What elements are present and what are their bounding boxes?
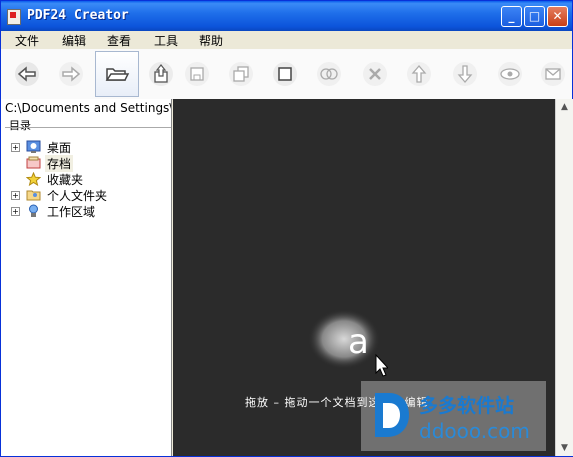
tree-item-workspace[interactable]: + 工作区域 — [11, 203, 97, 219]
single-page-button[interactable] — [263, 51, 307, 97]
expand-toggle[interactable]: + — [11, 142, 20, 152]
copy-button[interactable] — [219, 51, 263, 97]
close-button[interactable]: ✕ — [547, 6, 568, 27]
path-label: C:\Documents and Settings\ — [5, 101, 171, 115]
email-button[interactable] — [531, 51, 573, 97]
arrow-left-icon — [15, 62, 39, 86]
back-button[interactable] — [5, 51, 49, 97]
arrow-up-icon — [407, 62, 431, 86]
tree-item-personal-folder[interactable]: + 个人文件夹 — [11, 187, 109, 203]
menu-bar: 文件 编辑 查看 工具 帮助 — [1, 31, 572, 49]
scroll-up-icon[interactable]: ▲ — [556, 99, 573, 115]
folder-sidebar: C:\Documents and Settings\ 目录 + 桌面 存档 收藏… — [1, 99, 172, 456]
divider — [5, 127, 171, 128]
archive-icon — [26, 156, 41, 169]
move-down-button[interactable] — [443, 51, 487, 97]
tree-item-desktop[interactable]: + 桌面 — [11, 139, 73, 155]
save-icon — [185, 62, 209, 86]
menu-edit[interactable]: 编辑 — [62, 32, 86, 49]
title-bar[interactable]: PDF24 Creator _ □ ✕ — [1, 1, 572, 31]
toolbar — [1, 49, 572, 100]
tree-header: 目录 — [9, 119, 31, 132]
arrow-right-icon — [59, 62, 83, 86]
workspace-icon — [29, 204, 38, 217]
eye-icon — [498, 62, 522, 86]
logo-letter: a — [348, 322, 369, 362]
watermark: 多多软件站 ddooo.com — [361, 381, 546, 451]
app-icon — [7, 9, 21, 25]
expand-toggle[interactable]: + — [11, 190, 20, 200]
tree-item-label: 收藏夹 — [47, 172, 84, 187]
menu-view[interactable]: 查看 — [107, 32, 131, 49]
import-icon — [149, 62, 173, 86]
merge-button[interactable] — [307, 51, 351, 97]
expand-toggle[interactable]: + — [11, 206, 20, 216]
favorites-icon — [26, 172, 41, 186]
open-button[interactable] — [95, 51, 139, 97]
email-icon — [541, 62, 565, 86]
menu-file[interactable]: 文件 — [15, 32, 39, 49]
tree-item-label: 工作区域 — [47, 204, 96, 219]
scroll-down-icon[interactable]: ▼ — [556, 440, 573, 456]
folder-open-icon — [105, 68, 130, 81]
app-window: PDF24 Creator _ □ ✕ 文件 编辑 查看 工具 帮助 C:\Do… — [0, 0, 573, 457]
delete-icon — [363, 62, 387, 86]
menu-help[interactable]: 帮助 — [199, 32, 223, 49]
copy-icon — [229, 62, 253, 86]
save-button[interactable] — [175, 51, 219, 97]
window-title: PDF24 Creator — [27, 8, 129, 23]
tree-header-area: 目录 — [1, 117, 171, 137]
forward-button[interactable] — [49, 51, 93, 97]
vertical-scrollbar[interactable]: ▲ ▼ — [555, 99, 573, 456]
desktop-icon — [26, 140, 41, 153]
cursor-icon — [375, 353, 388, 377]
square-icon — [273, 62, 297, 86]
watermark-url: ddooo.com — [419, 419, 530, 443]
tree-item-archive[interactable]: 存档 — [11, 154, 74, 172]
drop-logo: a — [308, 309, 388, 377]
delete-button[interactable] — [353, 51, 397, 97]
arrow-down-icon — [453, 62, 477, 86]
tree-item-label: 个人文件夹 — [47, 188, 108, 203]
tree-item-label: 存档 — [45, 154, 74, 172]
preview-button[interactable] — [488, 51, 532, 97]
minimize-button[interactable]: _ — [501, 6, 522, 27]
menu-tools[interactable]: 工具 — [154, 32, 178, 49]
watermark-logo-icon — [375, 393, 409, 437]
move-up-button[interactable] — [397, 51, 441, 97]
merge-icon — [317, 62, 341, 86]
tree-item-label: 桌面 — [47, 140, 72, 155]
tree-item-favorites[interactable]: 收藏夹 — [11, 171, 85, 187]
maximize-button[interactable]: □ — [524, 6, 545, 27]
watermark-brand: 多多软件站 — [419, 395, 515, 417]
personal-folder-icon — [26, 190, 41, 201]
